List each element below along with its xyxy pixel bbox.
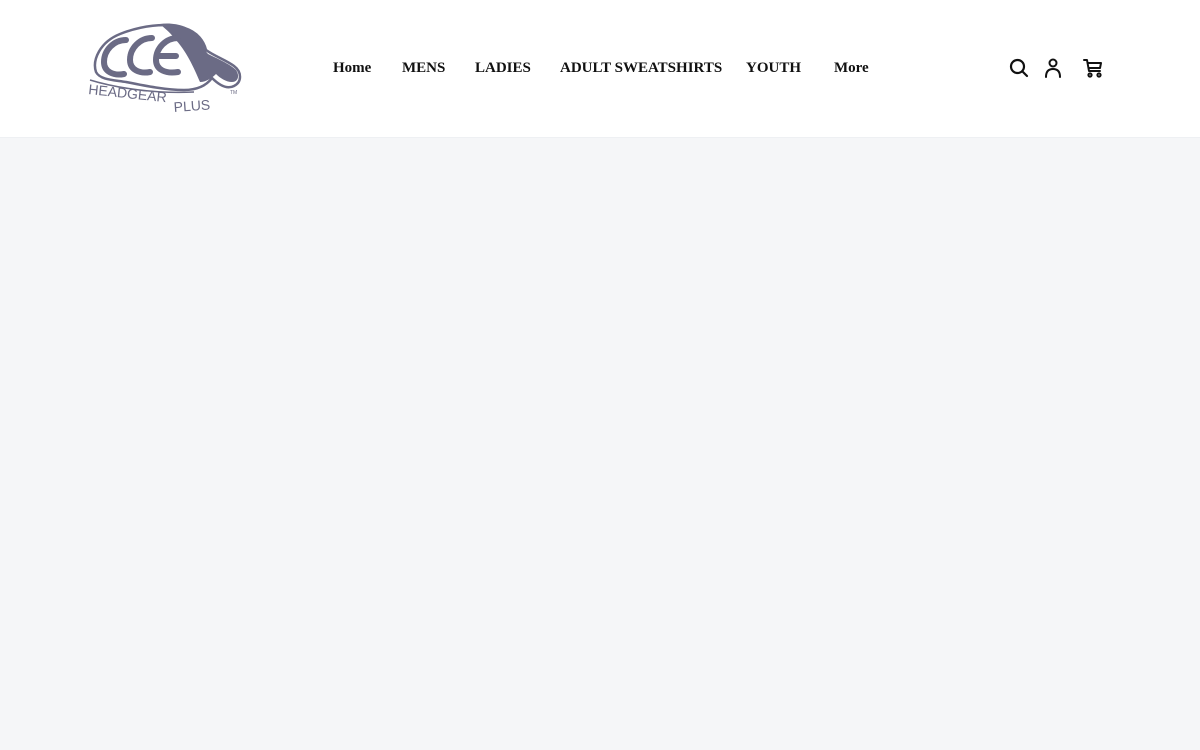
header-icons bbox=[0, 56, 1200, 80]
svg-text:TM: TM bbox=[230, 90, 237, 96]
svg-text:PLUS: PLUS bbox=[173, 96, 211, 115]
user-icon[interactable] bbox=[1041, 56, 1065, 80]
cart-icon[interactable] bbox=[1081, 56, 1105, 80]
search-icon[interactable] bbox=[1007, 56, 1031, 80]
main-content-area bbox=[0, 138, 1200, 750]
site-header: HEADGEAR PLUS TM Home MENS LADIES ADULT … bbox=[0, 0, 1200, 138]
